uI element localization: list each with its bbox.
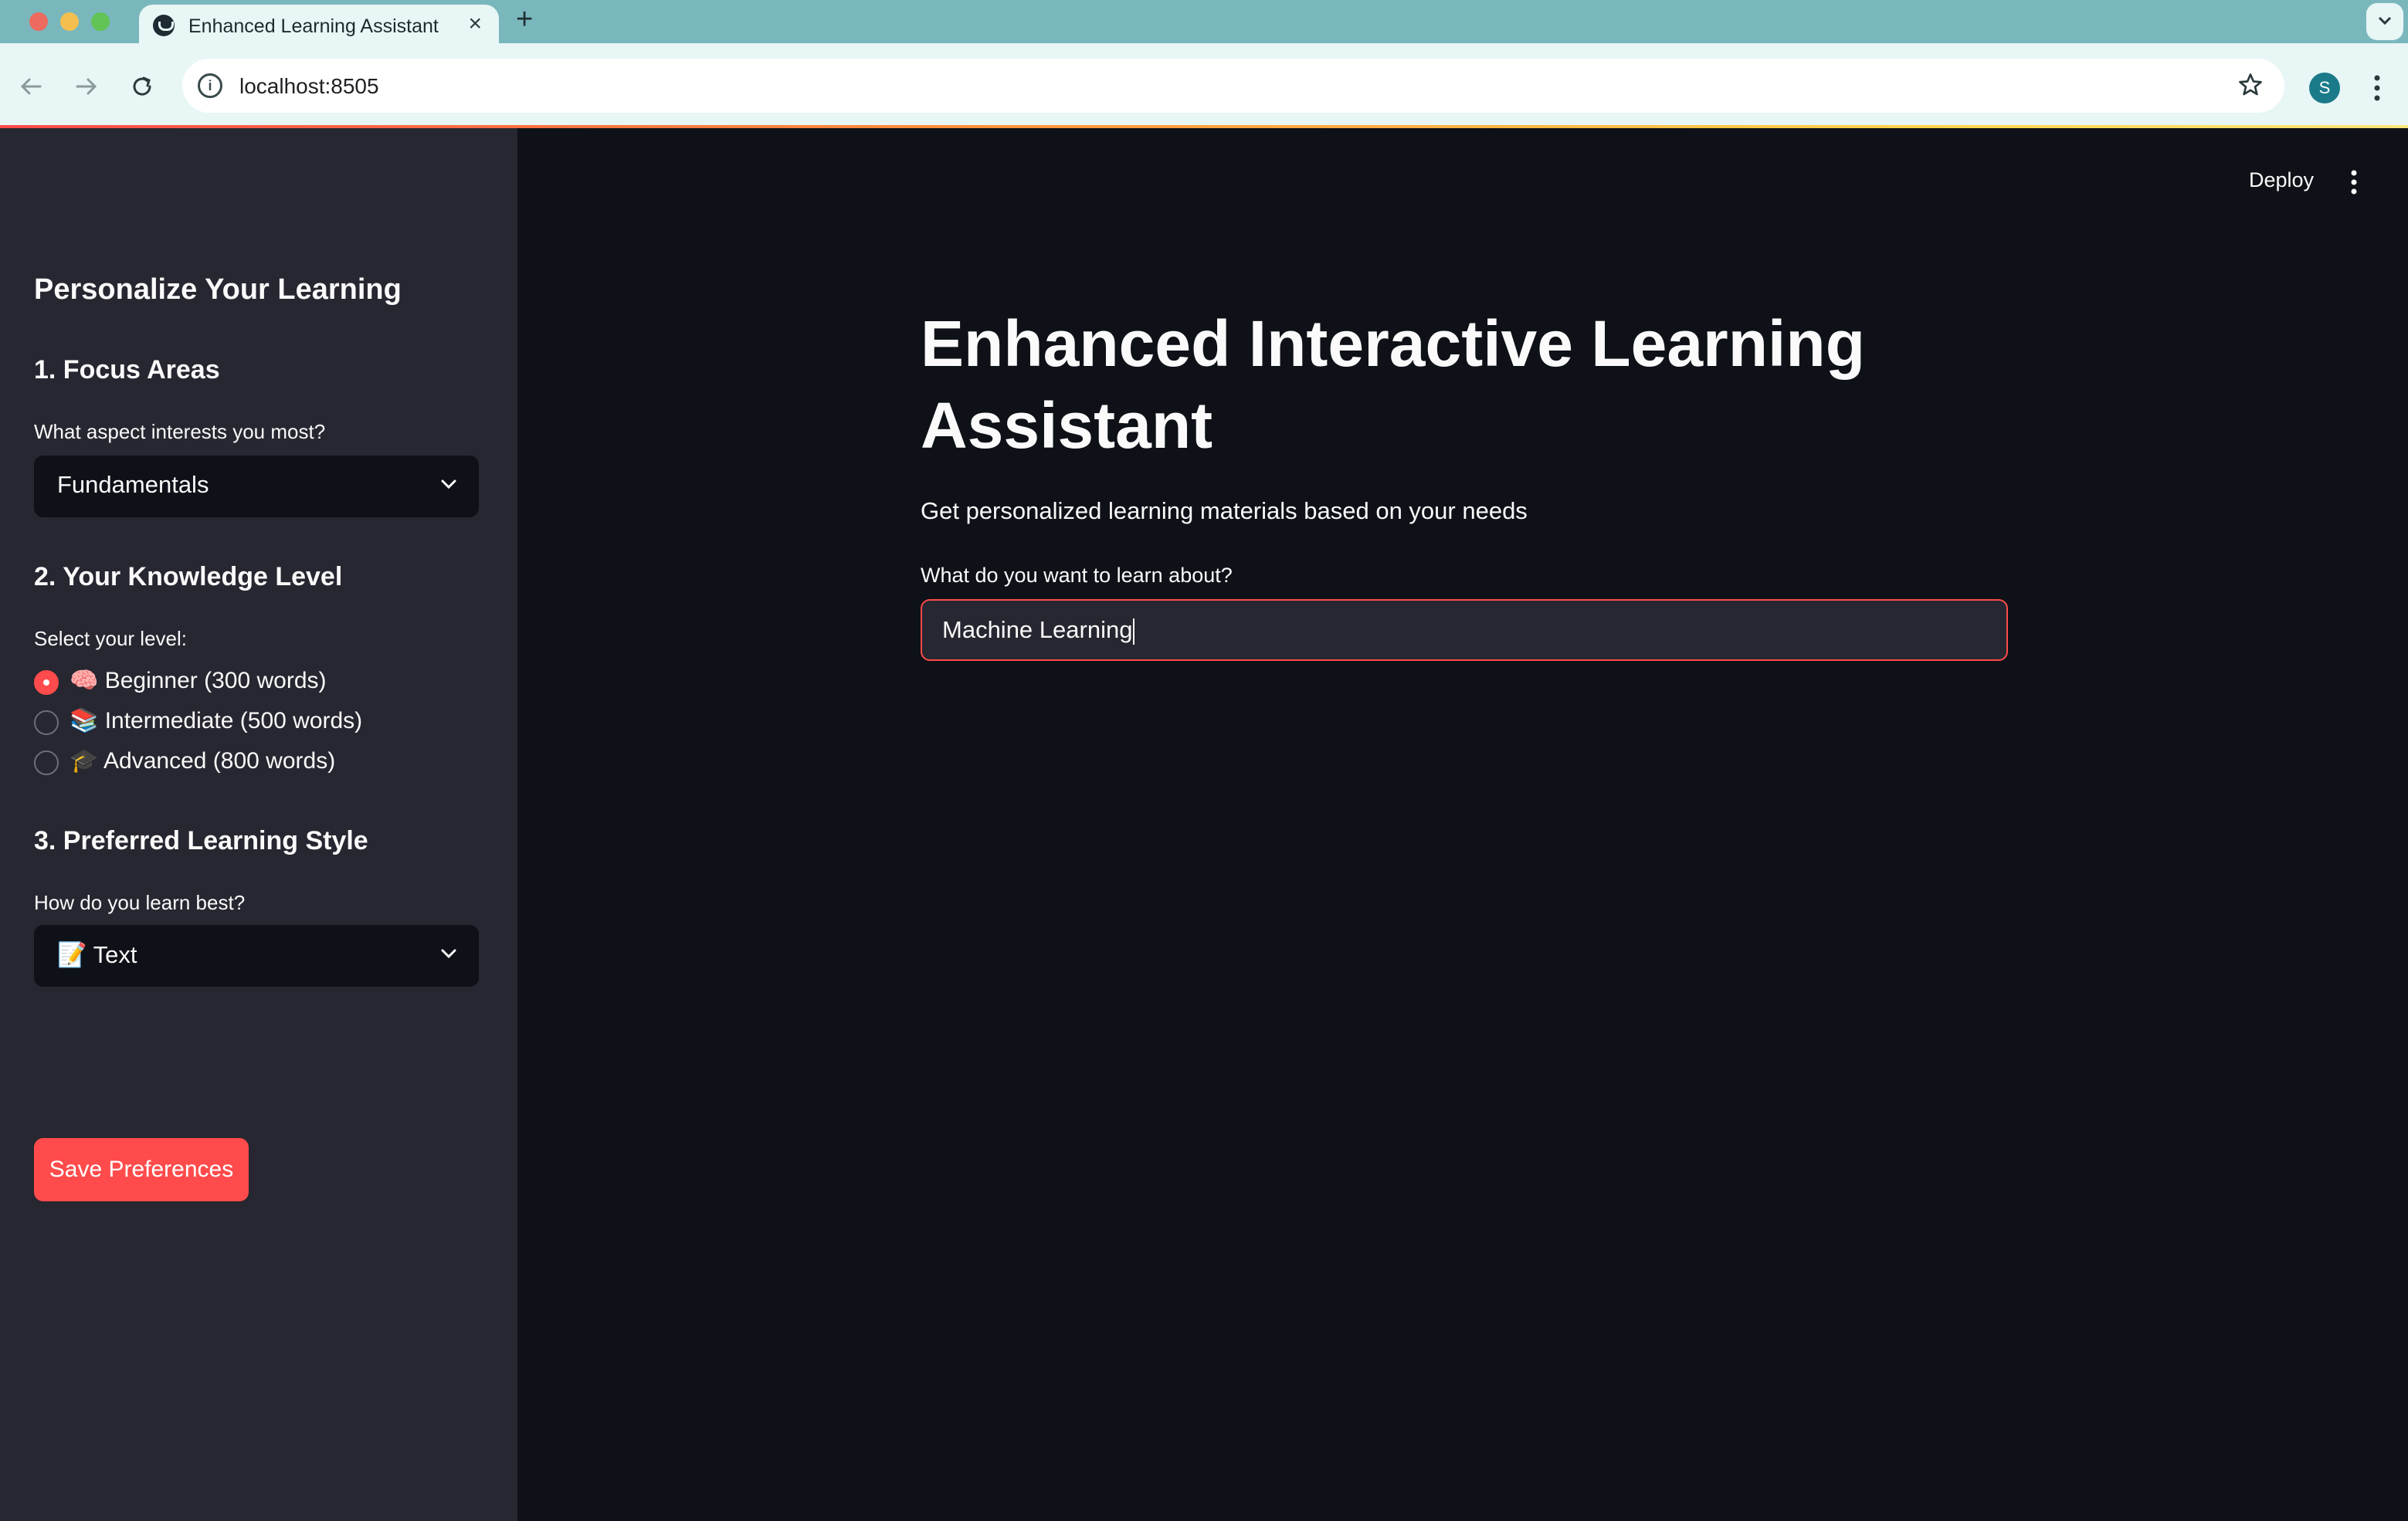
learning-style-label: How do you learn best? xyxy=(34,891,246,914)
browser-tab-bar: Enhanced Learning Assistant × + xyxy=(0,0,2408,48)
deploy-button[interactable]: Deploy xyxy=(2249,168,2314,192)
menu-icon[interactable] xyxy=(2372,74,2382,106)
radio-label: 🧠 Beginner (300 words) xyxy=(70,668,327,693)
profile-avatar[interactable]: S xyxy=(2309,73,2340,103)
topic-input[interactable]: Machine Learning xyxy=(921,599,2008,661)
radio-button[interactable] xyxy=(34,670,59,695)
chevron-down-icon xyxy=(440,479,457,493)
tab-close-icon[interactable]: × xyxy=(468,12,482,36)
close-window-button[interactable] xyxy=(29,12,48,31)
star-icon[interactable] xyxy=(2237,71,2264,103)
new-tab-icon[interactable]: + xyxy=(516,5,533,34)
learning-style-selected-value: 📝 Text xyxy=(57,941,137,968)
minimize-window-button[interactable] xyxy=(60,12,79,31)
focus-area-selected-value: Fundamentals xyxy=(57,471,209,498)
focus-areas-heading: 1. Focus Areas xyxy=(34,355,220,384)
chevron-down-icon xyxy=(440,948,457,963)
main-menu-icon[interactable] xyxy=(2349,170,2359,198)
learning-style-select[interactable]: 📝 Text xyxy=(34,925,479,987)
page-subtitle: Get personalized learning materials base… xyxy=(921,497,1528,524)
radio-label: 📚 Intermediate (500 words) xyxy=(70,708,363,733)
radio-button[interactable] xyxy=(34,750,59,775)
address-bar[interactable]: i localhost:8505 xyxy=(182,59,2284,113)
knowledge-level-heading: 2. Your Knowledge Level xyxy=(34,562,343,591)
learning-style-heading: 3. Preferred Learning Style xyxy=(34,826,368,855)
reload-icon[interactable] xyxy=(127,71,158,102)
topic-input-label: What do you want to learn about? xyxy=(921,564,1233,587)
knowledge-level-label: Select your level: xyxy=(34,627,187,650)
focus-area-select[interactable]: Fundamentals xyxy=(34,456,479,517)
save-preferences-button[interactable]: Save Preferences xyxy=(34,1138,249,1201)
sidebar: Personalize Your Learning 1. Focus Areas… xyxy=(0,128,517,1521)
radio-button[interactable] xyxy=(34,710,59,735)
sidebar-title: Personalize Your Learning xyxy=(34,273,402,306)
text-caret xyxy=(1133,618,1135,645)
topic-input-value[interactable]: Machine Learning xyxy=(942,616,1132,643)
focus-areas-label: What aspect interests you most? xyxy=(34,420,326,443)
info-icon[interactable]: i xyxy=(198,73,222,98)
radio-label: 🎓 Advanced (800 words) xyxy=(70,748,336,774)
back-icon[interactable] xyxy=(15,71,46,102)
maximize-window-button[interactable] xyxy=(91,12,110,31)
browser-tab[interactable]: Enhanced Learning Assistant × xyxy=(139,5,499,48)
forward-icon[interactable] xyxy=(71,71,102,102)
tab-search-icon[interactable] xyxy=(2366,3,2403,40)
streamlit-favicon-icon xyxy=(153,15,175,36)
tab-title: Enhanced Learning Assistant xyxy=(188,15,439,37)
browser-toolbar: i localhost:8505 S xyxy=(0,43,2408,127)
page-title: Enhanced Interactive Learning Assistant xyxy=(921,307,1866,462)
url-text[interactable]: localhost:8505 xyxy=(239,74,379,99)
